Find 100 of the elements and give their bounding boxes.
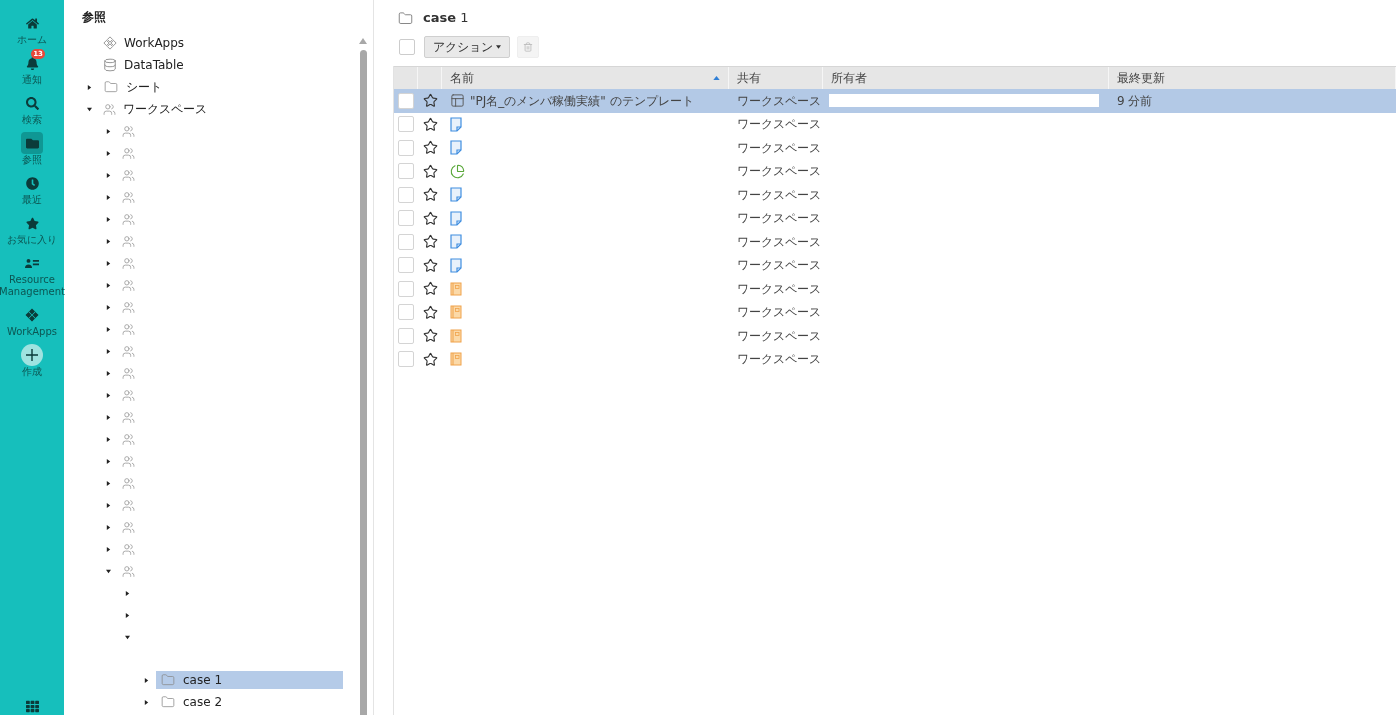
share-cell-text: ワークスペース (736, 327, 822, 345)
share-cell-text: ワークスペース (736, 92, 822, 110)
favorite-star-icon[interactable] (422, 93, 438, 109)
tree-item[interactable]: case 1 (156, 671, 343, 689)
people-icon (122, 278, 135, 292)
action-button[interactable]: アクション (424, 36, 510, 58)
row-checkbox[interactable] (398, 280, 414, 297)
table-row[interactable]: ワークスペース (394, 277, 1396, 301)
favorite-star-icon[interactable] (422, 281, 438, 297)
nav-item[interactable]: 作成 (0, 344, 64, 378)
notebook-icon (450, 352, 462, 367)
nav-item[interactable]: 検索 (0, 92, 64, 126)
people-icon (122, 564, 135, 578)
table-row[interactable]: ワークスペース (394, 159, 1396, 183)
updated-cell: 9 分前 (1117, 93, 1153, 108)
triangle-icon (106, 458, 111, 464)
favorite-star-icon[interactable] (422, 328, 438, 344)
people-icon (122, 432, 135, 446)
people-icon (122, 124, 135, 138)
nav-item[interactable]: WorkApps (0, 304, 64, 338)
row-checkbox[interactable] (398, 139, 414, 156)
share-cell-text: ワークスペース (736, 163, 822, 181)
app-grid-icon[interactable] (25, 700, 39, 713)
table-row[interactable]: ワークスペース (394, 230, 1396, 254)
triangle-icon (106, 436, 111, 442)
people-icon (122, 498, 135, 512)
row-checkbox[interactable] (398, 257, 414, 274)
table-row[interactable]: ワークスペース (394, 324, 1396, 348)
triangle-icon (87, 106, 92, 112)
triangle-icon (106, 414, 111, 420)
item-name[interactable]: "PJ名_のメンバ稼働実績" のテンプレート (470, 91, 694, 110)
nav-item[interactable]: 最近 (0, 172, 64, 206)
star-icon (25, 216, 39, 230)
caret-icon (496, 45, 501, 49)
notebook-icon (450, 281, 462, 296)
tree-item[interactable]: case 2 (156, 693, 343, 711)
notebook-icon (450, 305, 462, 320)
favorite-star-icon[interactable] (422, 304, 438, 320)
nav-item[interactable]: 参照 (0, 132, 64, 166)
trash-icon (523, 42, 533, 52)
nav-item[interactable]: ホーム (0, 12, 64, 46)
bell-icon (25, 56, 39, 70)
triangle-icon (144, 699, 149, 705)
people-icon (122, 190, 135, 204)
triangle-icon (106, 172, 111, 178)
scrollbar-thumb[interactable] (359, 50, 367, 715)
table-row[interactable]: ワークスペース (394, 253, 1396, 277)
triangle-icon (125, 590, 130, 596)
favorite-star-icon[interactable] (422, 163, 438, 179)
favorite-star-icon[interactable] (422, 187, 438, 203)
tree-item[interactable]: シート (99, 78, 343, 96)
table-row[interactable]: ワークスペース (394, 206, 1396, 230)
triangle-icon (106, 150, 111, 156)
folder-icon (160, 695, 176, 709)
share-cell-text: ワークスペース (736, 257, 822, 275)
row-checkbox[interactable] (398, 304, 414, 321)
home-icon (25, 16, 39, 30)
nav-item[interactable]: お気に入り (0, 212, 64, 246)
tree-item[interactable]: DataTable (99, 56, 343, 74)
table-row[interactable]: ワークスペース (394, 183, 1396, 207)
document-icon (450, 234, 462, 250)
table-row[interactable]: ワークスペース (394, 347, 1396, 371)
row-checkbox[interactable] (398, 163, 414, 180)
triangle-icon (106, 502, 111, 508)
select-all-checkbox[interactable] (399, 39, 415, 55)
row-checkbox[interactable] (398, 186, 414, 203)
favorite-star-icon[interactable] (422, 140, 438, 156)
table-row[interactable]: "PJ名_のメンバ稼働実績" のテンプレート ワークスペース 9 分前 (394, 89, 1396, 113)
workapps-icon (25, 308, 39, 322)
document-icon (450, 187, 462, 203)
clock-icon (25, 176, 39, 190)
favorite-star-icon[interactable] (422, 257, 438, 273)
triangle-icon (106, 370, 111, 376)
scroll-up-icon[interactable] (359, 38, 367, 44)
tree-item[interactable]: ワークスペース (99, 100, 343, 118)
favorite-star-icon[interactable] (422, 210, 438, 226)
panel-title: 参照 (81, 9, 107, 26)
favorite-star-icon[interactable] (422, 116, 438, 132)
triangle-icon (106, 216, 111, 222)
share-cell-text: ワークスペース (736, 210, 822, 228)
triangle-icon (106, 546, 111, 552)
document-icon (450, 116, 462, 132)
favorite-star-icon[interactable] (422, 351, 438, 367)
triangle-icon (125, 634, 130, 640)
share-cell-text: ワークスペース (736, 139, 822, 157)
document-icon (450, 257, 462, 273)
row-checkbox[interactable] (398, 210, 414, 227)
row-checkbox[interactable] (398, 351, 414, 368)
people-icon (122, 256, 135, 270)
favorite-star-icon[interactable] (422, 234, 438, 250)
table-row[interactable]: ワークスペース (394, 136, 1396, 160)
row-checkbox[interactable] (398, 233, 414, 250)
table-row[interactable]: ワークスペース (394, 112, 1396, 136)
table-row[interactable]: ワークスペース (394, 300, 1396, 324)
share-cell-text: ワークスペース (736, 116, 822, 134)
row-checkbox[interactable] (398, 92, 414, 109)
row-checkbox[interactable] (398, 327, 414, 344)
tree-item[interactable]: WorkApps (99, 34, 343, 52)
row-checkbox[interactable] (398, 116, 414, 133)
folder-icon (25, 136, 39, 150)
